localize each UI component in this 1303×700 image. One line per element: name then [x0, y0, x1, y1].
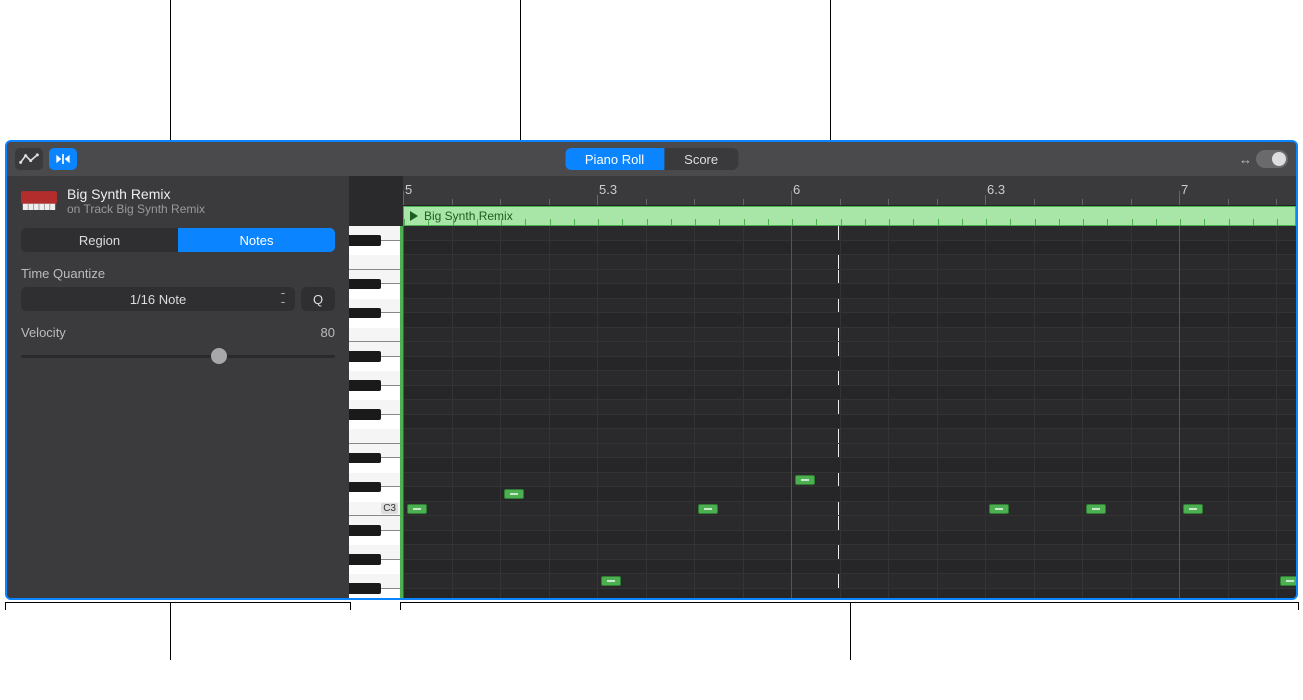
midi-note[interactable]: [989, 504, 1009, 514]
catch-playhead-button[interactable]: [49, 148, 77, 170]
track-name-subtitle: on Track Big Synth Remix: [67, 202, 205, 216]
time-quantize-label: Time Quantize: [21, 266, 335, 281]
instrument-icon: [21, 191, 57, 211]
velocity-label: Velocity: [21, 325, 66, 340]
automation-toggle-button[interactable]: [15, 148, 43, 170]
ruler-bar-label: 7: [1181, 182, 1188, 197]
midi-note[interactable]: [795, 475, 815, 485]
quantize-value: 1/16 Note: [130, 292, 186, 307]
midi-note[interactable]: [407, 504, 427, 514]
quantize-apply-button[interactable]: Q: [301, 287, 335, 311]
ruler-bar-label: 5: [405, 182, 412, 197]
mode-region[interactable]: Region: [21, 228, 178, 252]
piano-roll-editor: Piano Roll Score ↔: [5, 140, 1298, 600]
mode-notes[interactable]: Notes: [178, 228, 335, 252]
piano-key-label: C3: [381, 503, 398, 514]
tab-piano-roll[interactable]: Piano Roll: [565, 148, 664, 170]
grid-area: 5 5.3 6 6.3 7 Big Synth Remix C3C2: [349, 176, 1296, 598]
bar-ruler[interactable]: 5 5.3 6 6.3 7: [403, 176, 1296, 206]
velocity-slider[interactable]: [21, 346, 335, 366]
inspector-mode-segmented: Region Notes: [21, 228, 335, 252]
tab-score[interactable]: Score: [664, 148, 738, 170]
piano-keyboard[interactable]: C3C2: [349, 226, 403, 598]
slider-thumb[interactable]: [211, 348, 227, 364]
editor-toolbar: Piano Roll Score ↔: [7, 142, 1296, 176]
region-name: Big Synth Remix: [67, 186, 205, 202]
midi-note[interactable]: [504, 489, 524, 499]
horizontal-auto-zoom-toggle[interactable]: ↔: [1239, 150, 1288, 168]
slider-track: [21, 355, 335, 358]
midi-note[interactable]: [1183, 504, 1203, 514]
region-header-strip[interactable]: Big Synth Remix: [403, 206, 1296, 226]
note-grid[interactable]: [403, 226, 1296, 598]
view-segmented-control: Piano Roll Score: [565, 148, 738, 170]
velocity-value: 80: [321, 325, 335, 340]
inspector-panel: Big Synth Remix on Track Big Synth Remix…: [7, 176, 349, 598]
automation-icon: [19, 152, 39, 166]
midi-note[interactable]: [698, 504, 718, 514]
switch-thumb: [1256, 150, 1288, 168]
horizontal-arrows-icon: ↔: [1239, 152, 1252, 167]
quantize-select[interactable]: 1/16 Note: [21, 287, 295, 311]
midi-note[interactable]: [1086, 504, 1106, 514]
ruler-bar-label: 6.3: [987, 182, 1005, 197]
midi-note[interactable]: [601, 576, 621, 586]
ruler-bar-label: 5.3: [599, 182, 617, 197]
catch-icon: [53, 152, 73, 166]
ruler-bar-label: 6: [793, 182, 800, 197]
midi-note[interactable]: [1280, 576, 1296, 586]
